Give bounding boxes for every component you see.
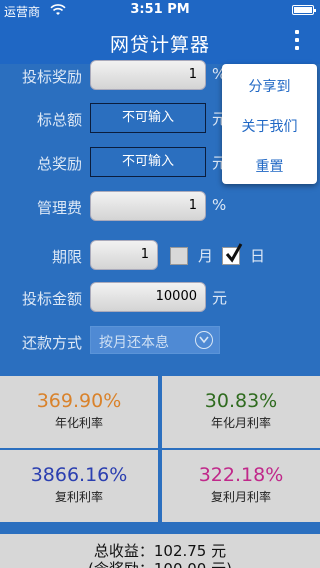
menu-item-reset[interactable]: 重置	[222, 156, 317, 176]
month-checkbox[interactable]	[170, 247, 188, 265]
row-repayment: 还款方式 按月还本息	[0, 326, 320, 358]
result-label: 复利月利率	[210, 490, 271, 504]
management-fee-unit: %	[212, 196, 227, 214]
total-reward-label: 总奖励	[36, 155, 82, 173]
result-label: 年化利率	[54, 416, 103, 430]
bid-amount-unit: 元	[212, 289, 228, 307]
management-fee-label: 管理费	[36, 199, 82, 217]
result-value: 3866.16%	[30, 464, 128, 486]
overflow-menu: 分享到 关于我们 重置	[222, 64, 317, 184]
bid-amount-input[interactable]: 10000	[90, 282, 206, 312]
result-value: 30.83%	[204, 390, 278, 412]
bid-reward-input[interactable]: 1	[90, 60, 206, 90]
repayment-label: 还款方式	[21, 334, 82, 352]
result-value: 322.18%	[198, 464, 284, 486]
term-input[interactable]: 1	[90, 240, 158, 270]
term-label: 期限	[51, 248, 82, 266]
battery-icon	[292, 5, 316, 15]
status-bar: 运营商 3:51 PM	[0, 0, 320, 20]
repayment-select[interactable]: 按月还本息	[90, 326, 220, 354]
total-reward-field: 不可输入	[90, 147, 206, 177]
result-label: 复利利率	[54, 490, 103, 504]
results-grid: 369.90% 年化利率 30.83% 年化月利率 3866.16% 复利利率 …	[0, 374, 320, 534]
status-time: 3:51 PM	[130, 2, 190, 17]
bid-reward-label: 投标奖励	[21, 68, 82, 86]
result-label: 年化月利率	[210, 416, 271, 430]
total-amount-label: 标总额	[36, 111, 82, 129]
app-header: 网贷计算器	[0, 20, 320, 64]
row-term: 期限 1 月 日	[0, 240, 320, 272]
result-compound-rate: 3866.16% 复利利率	[0, 450, 158, 522]
management-fee-input[interactable]: 1	[90, 191, 206, 221]
reward-income: (含奖励：100.00 元)	[0, 558, 320, 568]
month-label: 月	[198, 247, 214, 265]
result-annual-rate: 369.90% 年化利率	[0, 376, 158, 448]
chevron-down-icon	[195, 331, 213, 349]
result-monthly-rate: 30.83% 年化月利率	[162, 376, 320, 448]
repayment-selected: 按月还本息	[99, 335, 169, 351]
bid-amount-label: 投标金额	[21, 290, 82, 308]
total-amount-field: 不可输入	[90, 103, 206, 133]
day-checkbox[interactable]	[222, 243, 243, 265]
row-management-fee: 管理费 1 %	[0, 191, 320, 223]
day-label: 日	[250, 247, 266, 265]
result-compound-monthly-rate: 322.18% 复利月利率	[162, 450, 320, 522]
menu-item-about[interactable]: 关于我们	[222, 116, 317, 136]
menu-item-share[interactable]: 分享到	[222, 76, 317, 96]
more-vertical-icon[interactable]	[292, 30, 302, 54]
summary-panel: 总收益：102.75 元 (含奖励：100.00 元)	[0, 534, 320, 568]
check-icon	[225, 243, 243, 263]
page-title: 网贷计算器	[109, 34, 210, 56]
row-bid-amount: 投标金额 10000 元	[0, 282, 320, 314]
result-value: 369.90%	[36, 390, 122, 412]
